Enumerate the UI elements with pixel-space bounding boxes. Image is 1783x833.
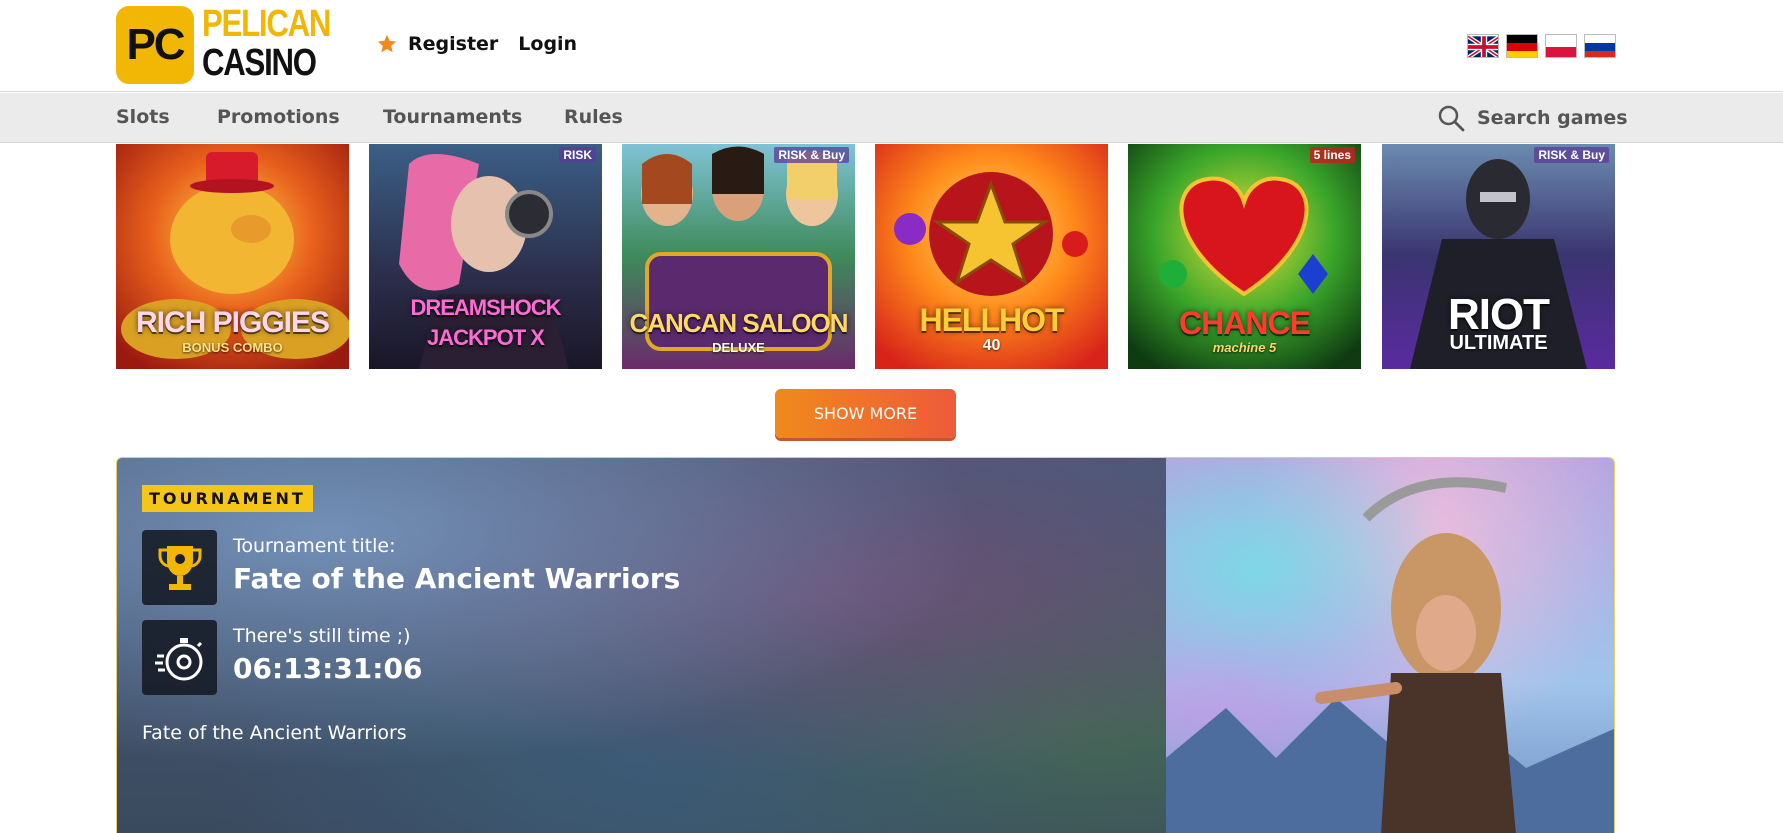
site-header: PC PELICAN CASINO Register Login [0,0,1783,92]
russian-flag-icon[interactable] [1584,34,1616,58]
game-title: RIOT [1447,290,1550,339]
polish-flag-icon[interactable] [1545,34,1577,58]
game-badge: RISK & Buy [1534,147,1609,163]
nav-rules[interactable]: Rules [564,106,623,128]
german-flag-icon[interactable] [1506,34,1538,58]
nav-promotions[interactable]: Promotions [217,106,340,128]
star-icon [377,34,397,53]
nav-slots[interactable]: Slots [116,106,170,128]
tournament-title: Fate of the Ancient Warriors [233,562,681,595]
search-icon [1438,105,1465,132]
game-badge: RISK & Buy [774,147,849,163]
game-badge: RISK [559,147,596,163]
game-badge: 5 lines [1309,147,1355,163]
time-left-label: There's still time ;) [233,625,411,647]
tournament-description: Fate of the Ancient Warriors [142,722,407,744]
game-subtitle: machine 5 [1212,340,1277,355]
game-tile-cancan-saloon[interactable]: RISK & Buy CANCAN SALOON DELUXE [622,144,855,369]
stopwatch-icon-box [142,620,217,695]
logo-wordmark: PELICAN CASINO [202,3,331,84]
game-tile-chance-machine[interactable]: 5 lines CHANCE machine 5 [1128,144,1361,369]
logo-badge: PC [116,6,194,84]
language-switcher [1467,34,1623,58]
stopwatch-icon [154,637,202,680]
logo-line-pelican: PELICAN [202,3,331,45]
game-subtitle: DELUXE [712,340,765,355]
nav-tournaments[interactable]: Tournaments [383,106,522,128]
search-label: Search games [1477,107,1628,129]
game-title: DREAMSHOCK JACKPOT X [410,295,561,350]
register-link[interactable]: Register [408,33,498,55]
search-games[interactable]: Search games [1437,103,1628,133]
auth-links: Register Login [376,28,597,60]
trophy-icon [158,545,201,590]
game-subtitle: BONUS COMBO [182,340,283,355]
countdown-timer: 06:13:31:06 [233,652,423,685]
game-title: RICH PIGGIES [135,306,330,339]
game-subtitle: ULTIMATE [1449,332,1548,354]
show-more-button[interactable]: SHOW MORE [775,389,956,438]
logo-line-casino: CASINO [202,42,317,84]
pelican-casino-logo[interactable]: PC PELICAN CASINO [116,3,331,85]
uk-flag-icon[interactable] [1467,34,1499,58]
tournament-tag: TOURNAMENT [142,485,313,512]
game-tile-dreamshock[interactable]: RISK DREAMSHOCK JACKPOT X [369,144,602,369]
game-tile-hellhot[interactable]: HELLHOT 40 [875,144,1108,369]
games-grid: RICH PIGGIES BONUS COMBO RISK DREAMSHOCK… [116,144,1615,369]
tournament-title-label: Tournament title: [233,535,396,557]
game-tile-riot-ultimate[interactable]: RISK & Buy RIOT ULTIMATE [1382,144,1615,369]
game-title: CANCAN SALOON [629,308,848,338]
game-title: HELLHOT [919,302,1064,338]
trophy-icon-box [142,530,217,605]
game-tile-rich-piggies[interactable]: RICH PIGGIES BONUS COMBO [116,144,349,369]
game-subtitle: 40 [982,337,1001,354]
tournament-banner[interactable]: TOURNAMENT Tournament title: Fate of the… [116,457,1615,833]
main-nav: Slots Promotions Tournaments Rules Searc… [0,93,1783,143]
login-link[interactable]: Login [518,33,577,55]
game-title: CHANCE [1179,305,1311,341]
warrior-illustration [1166,458,1614,833]
